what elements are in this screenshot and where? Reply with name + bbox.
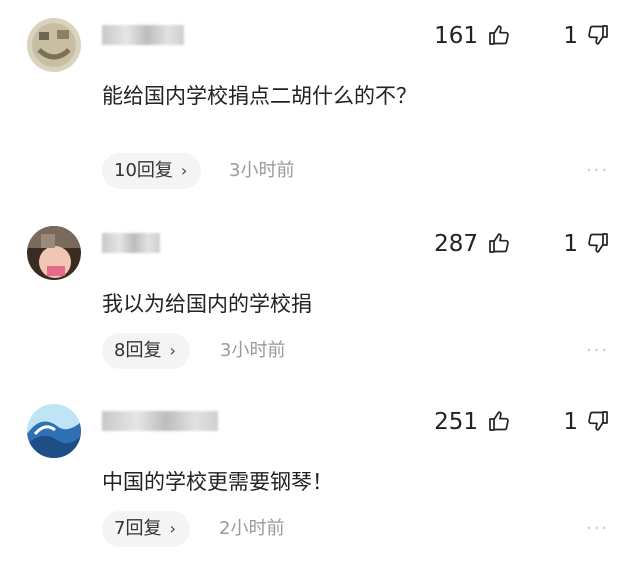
thumbs-up-icon[interactable] (487, 409, 511, 433)
username[interactable] (102, 22, 184, 45)
comment-item: 251 1 中国的学校更需要钢琴！ 7回复 › 2小时前 ··· (0, 404, 636, 554)
dislike-count: 1 (563, 409, 578, 435)
comment-text: 中国的学校更需要钢琴！ (102, 470, 333, 494)
comment-item: 161 1 能给国内学校捐点二胡什么的不？ 10回复 › 3小时前 ··· (0, 18, 636, 193)
username[interactable] (102, 230, 160, 253)
comment-list: 161 1 能给国内学校捐点二胡什么的不？ 10回复 › 3小时前 ··· 28… (0, 0, 636, 577)
dislike-count: 1 (563, 23, 578, 49)
more-options-icon[interactable]: ··· (586, 333, 609, 369)
thumbs-down-icon[interactable] (586, 409, 610, 433)
timestamp: 3小时前 (229, 160, 295, 181)
username-redacted (102, 232, 160, 253)
reply-count: 10回复 (114, 160, 173, 181)
chevron-right-icon: › (180, 161, 188, 180)
avatar-image (27, 18, 81, 72)
timestamp: 3小时前 (220, 340, 286, 361)
reply-count: 7回复 (114, 518, 162, 539)
username-redacted (102, 24, 184, 45)
avatar-image (27, 226, 81, 280)
avatar-image (27, 404, 81, 458)
thumbs-down-icon[interactable] (586, 231, 610, 255)
avatar[interactable] (27, 226, 81, 280)
reply-button[interactable]: 8回复 › (102, 333, 190, 369)
thumbs-up-icon[interactable] (487, 231, 511, 255)
avatar[interactable] (27, 18, 81, 72)
reply-button[interactable]: 10回复 › (102, 153, 202, 189)
comment-text: 我以为给国内的学校捐 (102, 292, 312, 316)
avatar[interactable] (27, 404, 81, 458)
dislike-count: 1 (563, 231, 578, 257)
username[interactable] (102, 408, 218, 431)
more-options-icon[interactable]: ··· (586, 153, 609, 189)
like-count: 161 (434, 23, 478, 49)
more-options-icon[interactable]: ··· (586, 511, 609, 547)
like-count: 251 (434, 409, 478, 435)
username-redacted (102, 410, 218, 431)
timestamp: 2小时前 (219, 518, 285, 539)
thumbs-down-icon[interactable] (586, 23, 610, 47)
comment-item: 287 1 我以为给国内的学校捐 8回复 › 3小时前 ··· (0, 226, 636, 376)
thumbs-up-icon[interactable] (487, 23, 511, 47)
comment-text: 能给国内学校捐点二胡什么的不？ (102, 84, 417, 108)
like-count: 287 (434, 231, 478, 257)
reply-count: 8回复 (114, 340, 162, 361)
chevron-right-icon: › (169, 519, 176, 538)
chevron-right-icon: › (169, 341, 176, 360)
reply-button[interactable]: 7回复 › (102, 511, 190, 547)
